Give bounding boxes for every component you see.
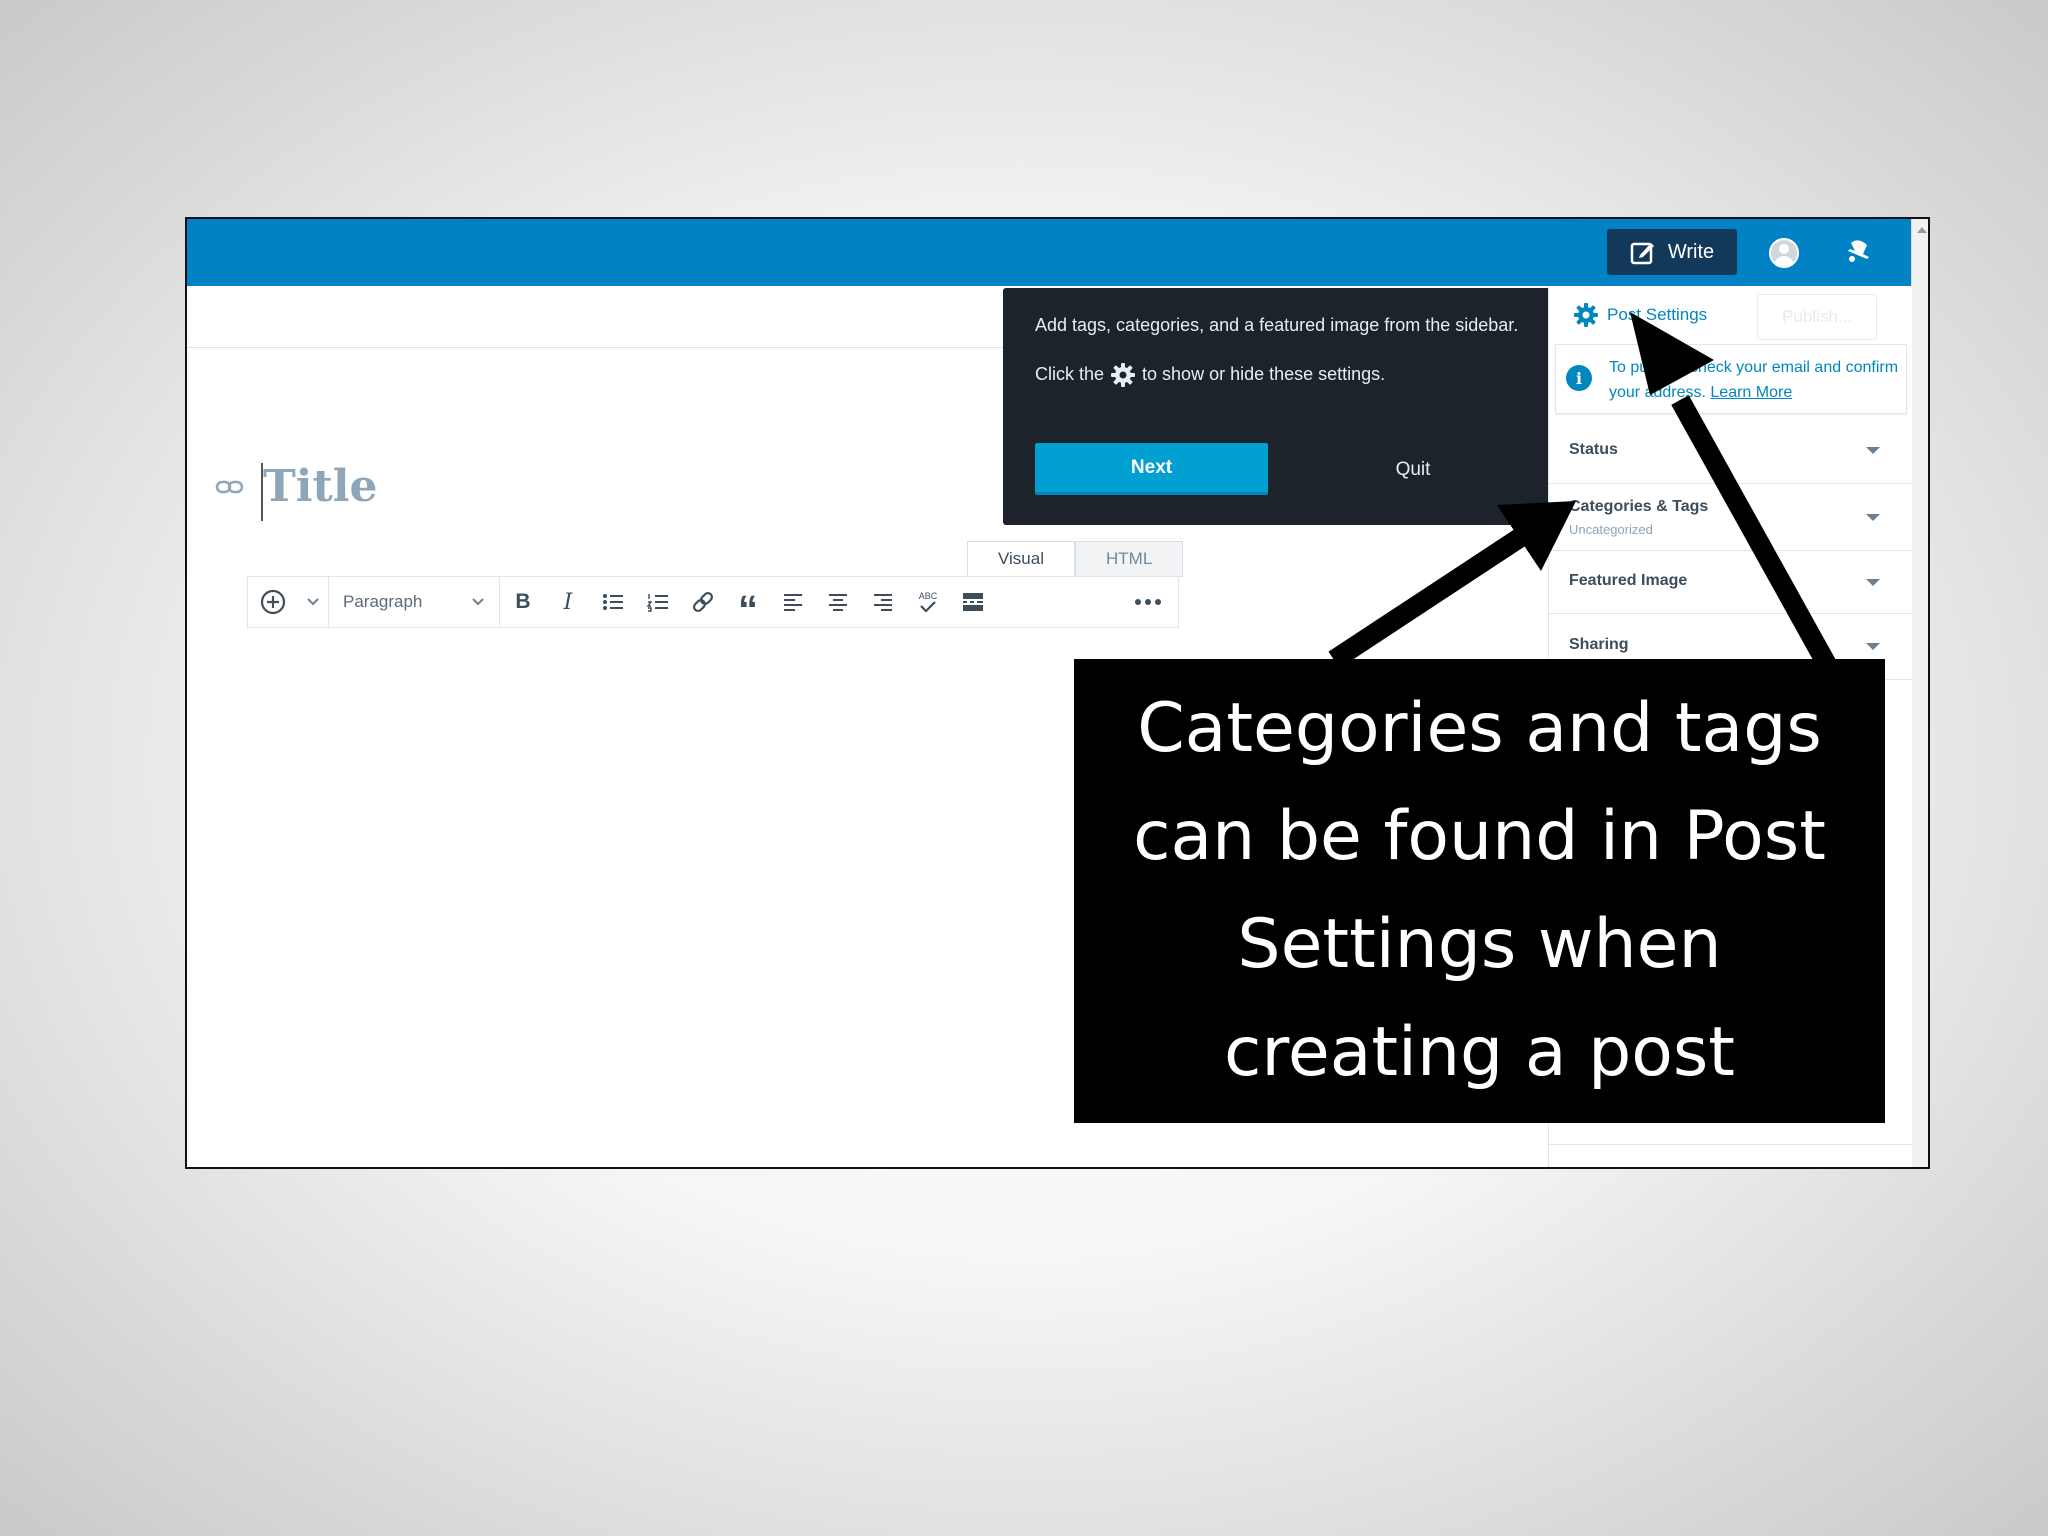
numbered-list-button[interactable] bbox=[636, 577, 680, 627]
add-block-icon bbox=[260, 589, 286, 615]
chevron-down-icon bbox=[1866, 579, 1880, 586]
bold-button[interactable]: B bbox=[500, 577, 546, 627]
link-icon bbox=[692, 591, 714, 613]
align-right-button[interactable] bbox=[860, 577, 906, 627]
sidebar-header: Post Settings Publish... bbox=[1549, 286, 1912, 346]
chevron-down-icon bbox=[307, 598, 319, 606]
avatar[interactable] bbox=[1769, 238, 1799, 268]
spellcheck-icon bbox=[920, 601, 936, 613]
panel-sharing-title: Sharing bbox=[1569, 636, 1629, 653]
bullet-list-button[interactable] bbox=[590, 577, 636, 627]
guided-tour-popover: Add tags, categories, and a featured ima… bbox=[1003, 288, 1563, 525]
window-scrollbar[interactable] bbox=[1911, 219, 1928, 1167]
italic-button[interactable]: I bbox=[546, 577, 590, 627]
post-settings-tab[interactable]: Post Settings bbox=[1573, 302, 1707, 328]
bullet-list-icon bbox=[603, 594, 623, 610]
write-button[interactable]: Write bbox=[1607, 229, 1737, 275]
align-center-button[interactable] bbox=[816, 577, 860, 627]
read-more-button[interactable] bbox=[950, 577, 996, 627]
block-format-value: Paragraph bbox=[343, 592, 423, 611]
chevron-down-icon bbox=[1866, 643, 1880, 650]
more-options-button[interactable] bbox=[1118, 577, 1178, 627]
insert-menu-toggle[interactable] bbox=[298, 577, 328, 627]
chevron-down-icon bbox=[1866, 447, 1880, 454]
sidebar-footer bbox=[1549, 1144, 1912, 1167]
more-options-icon bbox=[1135, 599, 1161, 605]
permalink-icon[interactable] bbox=[215, 477, 245, 497]
blockquote-button[interactable]: “ bbox=[726, 577, 770, 632]
email-verification-notice: i To publish, check your email and confi… bbox=[1555, 344, 1907, 414]
align-left-icon bbox=[784, 594, 802, 611]
spellcheck-label: ABC bbox=[918, 591, 938, 601]
editor-mode-tabs: Visual HTML bbox=[967, 541, 1184, 577]
gear-icon bbox=[1574, 303, 1598, 327]
align-center-icon bbox=[829, 594, 847, 611]
spellcheck-button[interactable]: ABC bbox=[906, 577, 950, 627]
scroll-up-icon[interactable] bbox=[1917, 227, 1927, 233]
panel-status[interactable]: Status bbox=[1549, 421, 1912, 484]
learn-more-link[interactable]: Learn More bbox=[1710, 384, 1792, 401]
write-label: Write bbox=[1667, 240, 1715, 263]
read-more-icon bbox=[963, 593, 983, 611]
quit-button[interactable]: Quit bbox=[1333, 443, 1493, 495]
write-icon bbox=[1630, 242, 1654, 265]
tab-visual[interactable]: Visual bbox=[967, 541, 1075, 577]
panel-categories-title: Categories & Tags bbox=[1569, 498, 1709, 515]
popover-hint-end: to show or hide these settings. bbox=[1142, 364, 1386, 384]
editor-toolbar: Paragraph B I “ ABC bbox=[247, 576, 1179, 632]
block-format-select[interactable]: Paragraph bbox=[329, 577, 499, 627]
next-button[interactable]: Next bbox=[1035, 443, 1268, 495]
italic-icon: I bbox=[563, 589, 573, 615]
panel-categories-value: Uncategorized bbox=[1569, 522, 1653, 537]
tab-html[interactable]: HTML bbox=[1075, 541, 1184, 577]
bold-icon: B bbox=[515, 590, 531, 613]
post-settings-label: Post Settings bbox=[1607, 305, 1708, 324]
add-block-button[interactable] bbox=[248, 577, 298, 627]
gear-icon bbox=[1111, 362, 1136, 387]
popover-hint-start: Click the bbox=[1035, 364, 1105, 384]
panel-featured-image[interactable]: Featured Image bbox=[1549, 551, 1912, 614]
align-left-button[interactable] bbox=[770, 577, 816, 627]
numbered-list-icon bbox=[647, 594, 668, 612]
panel-featured-image-title: Featured Image bbox=[1569, 572, 1688, 589]
popover-hint: Click the to show or hide these settings… bbox=[1035, 361, 1519, 388]
notice-text: To publish, check your email and confirm… bbox=[1609, 355, 1899, 405]
info-icon: i bbox=[1566, 365, 1592, 391]
popover-message: Add tags, categories, and a featured ima… bbox=[1035, 315, 1519, 335]
annotation-caption: Categories and tags can be found in Post… bbox=[1074, 659, 1885, 1123]
link-button[interactable] bbox=[680, 577, 726, 627]
notifications-icon[interactable] bbox=[1843, 237, 1873, 267]
masterbar: Write bbox=[187, 219, 1911, 286]
chevron-down-icon bbox=[1866, 514, 1880, 521]
panel-status-title: Status bbox=[1569, 441, 1618, 458]
align-right-icon bbox=[874, 594, 892, 611]
publish-button[interactable]: Publish... bbox=[1757, 294, 1877, 340]
post-title-input[interactable]: Title bbox=[263, 461, 378, 512]
blockquote-icon: “ bbox=[738, 587, 758, 632]
panel-categories-tags[interactable]: Categories & Tags Uncategorized bbox=[1549, 484, 1912, 551]
chevron-down-icon bbox=[472, 598, 484, 606]
